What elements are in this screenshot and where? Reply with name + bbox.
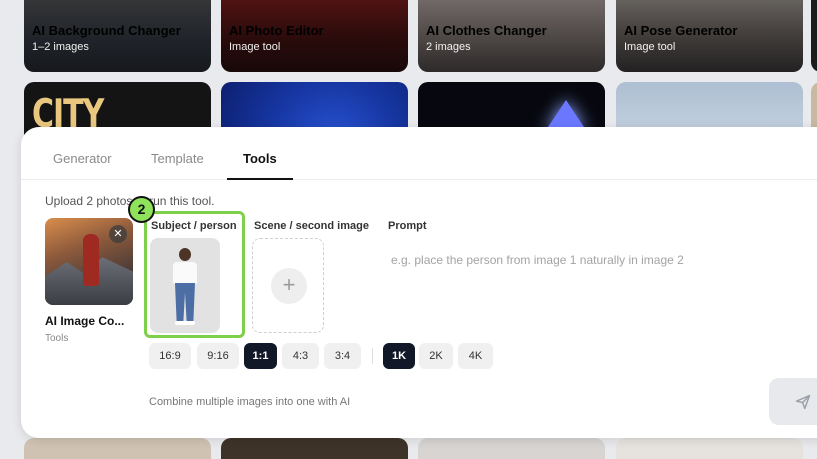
template-card[interactable] [418, 438, 605, 459]
scene-image-upload[interactable]: + [252, 238, 324, 333]
person-shirt [173, 262, 197, 284]
tab-generator[interactable]: Generator [53, 151, 112, 166]
selected-tool-name: AI Image Co... [45, 314, 125, 328]
template-card[interactable] [221, 438, 408, 459]
prompt-label: Prompt [388, 220, 427, 232]
active-tab-indicator [227, 178, 293, 180]
template-card[interactable] [24, 438, 211, 459]
tool-card-title: AI Clothes Changer [426, 23, 547, 38]
send-button[interactable] [769, 378, 817, 425]
close-icon[interactable]: ✕ [109, 225, 127, 243]
subject-slot-label: Subject / person [151, 220, 237, 232]
aspect-16-9-button[interactable]: 16:9 [149, 343, 191, 369]
tool-card-background-changer[interactable]: AI Background Changer 1–2 images [24, 0, 211, 72]
tool-card-partial[interactable] [811, 0, 817, 72]
aspect-4-3-button[interactable]: 4:3 [282, 343, 319, 369]
tool-card-subtitle: 1–2 images [32, 41, 89, 53]
selected-tool-category: Tools [45, 333, 69, 344]
hiker-image [83, 234, 99, 286]
tool-card-clothes-changer[interactable]: AI Clothes Changer 2 images [418, 0, 605, 72]
selected-tool-thumbnail[interactable]: ✕ [45, 218, 133, 305]
person-jeans [175, 283, 195, 321]
subject-image-upload[interactable] [150, 238, 220, 333]
send-icon [795, 394, 811, 410]
tool-card-pose-generator[interactable]: AI Pose Generator Image tool [616, 0, 803, 72]
step-badge: 2 [128, 196, 155, 223]
scene-slot-label: Scene / second image [254, 220, 369, 232]
person-shoes [175, 321, 195, 325]
tool-card-subtitle: Image tool [229, 41, 281, 53]
tools-panel: Generator Template Tools Upload 2 photos… [21, 127, 817, 438]
tool-card-subtitle: 2 images [426, 41, 471, 53]
tab-tools[interactable]: Tools [243, 151, 277, 166]
resolution-2k-button[interactable]: 2K [419, 343, 453, 369]
plus-icon[interactable]: + [271, 268, 307, 304]
aspect-1-1-button[interactable]: 1:1 [244, 343, 277, 369]
resolution-4k-button[interactable]: 4K [458, 343, 493, 369]
aspect-3-4-button[interactable]: 3:4 [324, 343, 361, 369]
tool-card-title: AI Background Changer [32, 23, 181, 38]
tool-card-title: AI Photo Editor [229, 23, 324, 38]
tab-template[interactable]: Template [151, 151, 204, 166]
prompt-input[interactable] [391, 249, 811, 271]
tool-card-title: AI Pose Generator [624, 23, 738, 38]
tool-description: Combine multiple images into one with AI [149, 396, 351, 408]
prism-image [546, 100, 586, 130]
resolution-1k-button[interactable]: 1K [383, 343, 415, 369]
person-head [179, 248, 191, 261]
tool-card-photo-editor[interactable]: AI Photo Editor Image tool [221, 0, 408, 72]
aspect-9-16-button[interactable]: 9:16 [197, 343, 239, 369]
panel-tabs: Generator Template Tools [21, 127, 817, 180]
chip-divider [372, 348, 373, 364]
tool-card-subtitle: Image tool [624, 41, 676, 53]
template-card[interactable] [616, 438, 803, 459]
